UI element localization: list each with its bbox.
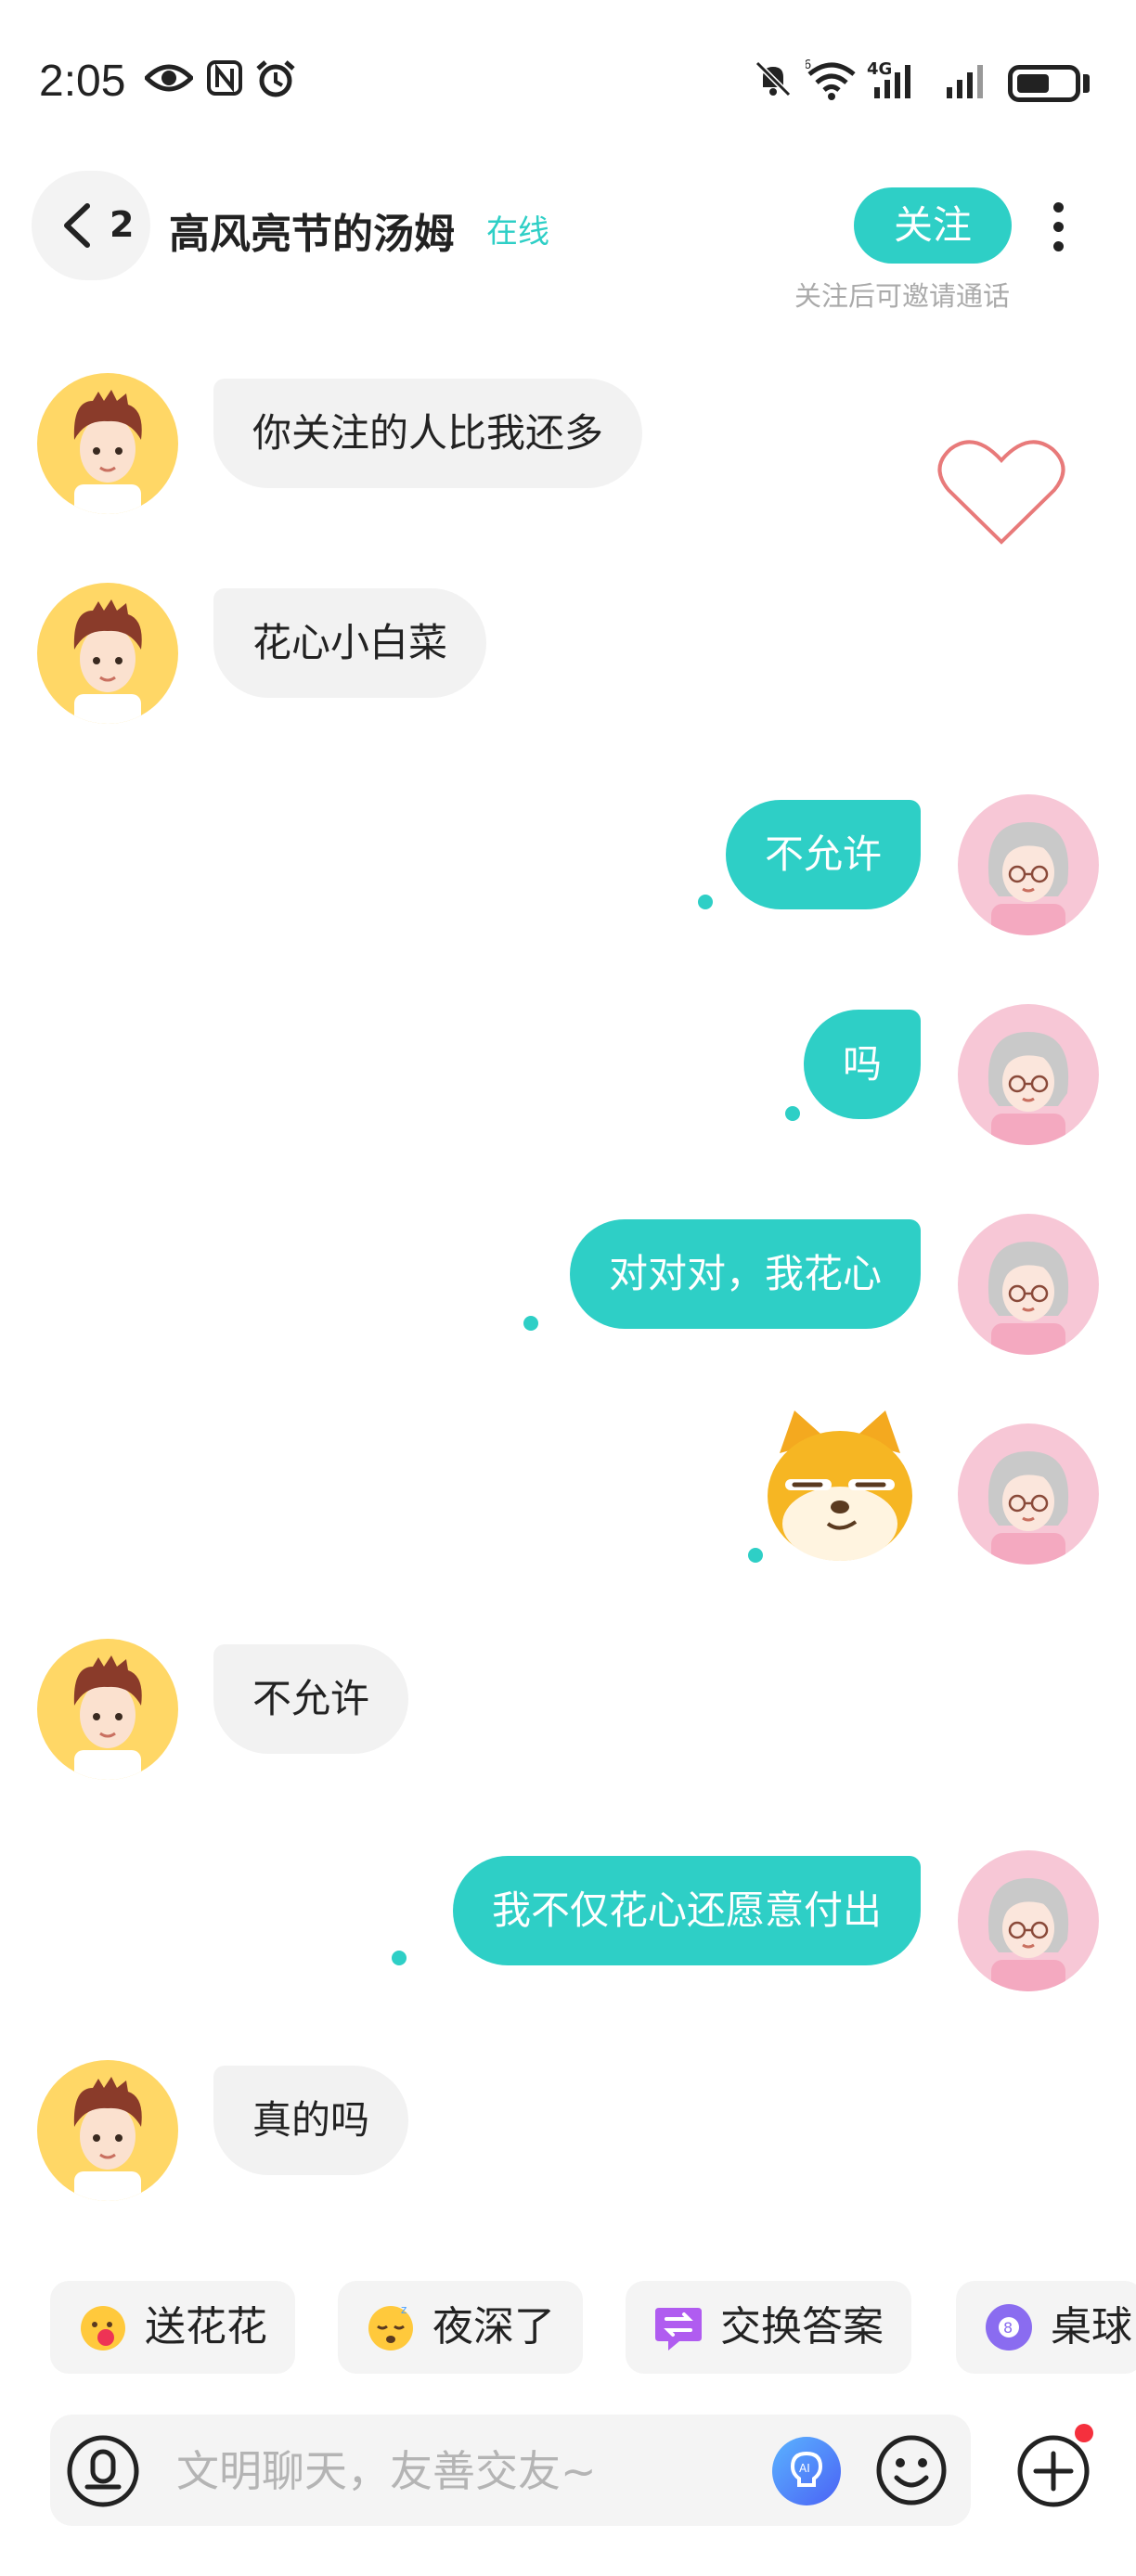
message-bubble-incoming[interactable]: 真的吗 <box>213 2066 409 2175</box>
svg-text:8: 8 <box>1003 2319 1013 2337</box>
svg-text:AI: AI <box>799 2462 810 2475</box>
read-indicator <box>748 1548 763 1563</box>
read-indicator <box>523 1316 538 1331</box>
my-avatar[interactable] <box>958 1423 1099 1565</box>
girl-avatar-icon <box>988 822 1069 935</box>
boy-avatar-icon <box>73 390 142 514</box>
my-avatar[interactable] <box>958 1850 1099 1991</box>
mute-icon <box>755 60 792 97</box>
quick-reply-chip[interactable]: 送花花 <box>50 2281 295 2374</box>
contact-avatar[interactable] <box>37 2060 178 2201</box>
heart-icon[interactable] <box>937 436 1065 549</box>
message-bubble-outgoing[interactable]: 吗 <box>803 1010 921 1119</box>
contact-avatar[interactable] <box>37 1639 178 1780</box>
ai-assistant-icon[interactable]: AI <box>772 2437 841 2505</box>
read-indicator <box>392 1951 407 1965</box>
quick-reply-label: 交换答案 <box>720 2303 884 2351</box>
quick-reply-chip[interactable]: z 夜深了 <box>338 2281 583 2374</box>
signal-icon <box>874 65 910 98</box>
wifi-icon: 6 <box>806 59 856 100</box>
message-input-bar: AI <box>50 2415 971 2528</box>
signal-icon <box>947 65 983 98</box>
quick-reply-label: 桌球 <box>1051 2303 1132 2351</box>
quick-reply-chip[interactable]: 交换答案 <box>626 2281 911 2374</box>
flower-face-icon <box>81 2306 125 2351</box>
girl-avatar-icon <box>988 1242 1069 1355</box>
voice-icon[interactable] <box>65 2433 141 2509</box>
girl-avatar-icon <box>988 1878 1069 1991</box>
read-indicator <box>698 895 713 909</box>
plus-icon[interactable] <box>1015 2433 1091 2509</box>
my-avatar[interactable] <box>958 1214 1099 1355</box>
boy-avatar-icon <box>73 599 142 724</box>
read-indicator <box>785 1106 800 1121</box>
unread-count: 2 <box>110 204 135 245</box>
alarm-icon <box>256 60 295 97</box>
svg-text:6: 6 <box>806 59 811 72</box>
boy-avatar-icon <box>73 2077 142 2201</box>
chevron-left-icon <box>64 203 90 248</box>
chat-title[interactable]: 高风亮节的汤姆 <box>169 200 455 260</box>
follow-hint: 关注后可邀请通话 <box>794 280 1011 312</box>
battery-icon <box>1008 65 1080 102</box>
girl-avatar-icon <box>988 1451 1069 1565</box>
quick-reply-label: 送花花 <box>145 2303 267 2351</box>
svg-text:z: z <box>401 2303 407 2316</box>
emoji-icon[interactable] <box>874 2433 949 2507</box>
online-status: 在线 <box>486 213 549 251</box>
message-bubble-incoming[interactable]: 你关注的人比我还多 <box>213 379 643 488</box>
message-bubble-outgoing[interactable]: 不允许 <box>725 800 921 909</box>
contact-avatar[interactable] <box>37 373 178 514</box>
my-avatar[interactable] <box>958 1004 1099 1145</box>
my-avatar[interactable] <box>958 794 1099 935</box>
eye-icon <box>145 64 193 92</box>
shiba-dog-sticker[interactable] <box>763 1407 917 1565</box>
message-bubble-outgoing[interactable]: 我不仅花心还愿意付出 <box>452 1856 921 1965</box>
back-button[interactable]: 2 <box>32 171 150 280</box>
follow-button[interactable]: 关注 <box>854 187 1012 264</box>
sleepy-face-icon: z <box>368 2303 413 2351</box>
contact-avatar[interactable] <box>37 583 178 724</box>
quick-reply-label: 夜深了 <box>432 2303 555 2351</box>
more-options-button[interactable] <box>1039 197 1077 262</box>
battery-tip <box>1083 74 1090 93</box>
message-bubble-incoming[interactable]: 不允许 <box>213 1644 409 1754</box>
message-bubble-incoming[interactable]: 花心小白菜 <box>213 588 487 698</box>
girl-avatar-icon <box>988 1032 1069 1145</box>
billiard-ball-icon: 8 <box>986 2304 1032 2351</box>
message-bubble-outgoing[interactable]: 对对对，我花心 <box>569 1219 921 1329</box>
nfc-icon <box>207 60 242 96</box>
notification-dot <box>1075 2424 1093 2442</box>
boy-avatar-icon <box>73 1655 142 1780</box>
status-time: 2:05 <box>39 57 126 106</box>
quick-reply-chip[interactable]: 8 桌球 <box>956 2281 1136 2374</box>
exchange-icon <box>655 2308 702 2351</box>
message-input[interactable] <box>174 2415 698 2528</box>
